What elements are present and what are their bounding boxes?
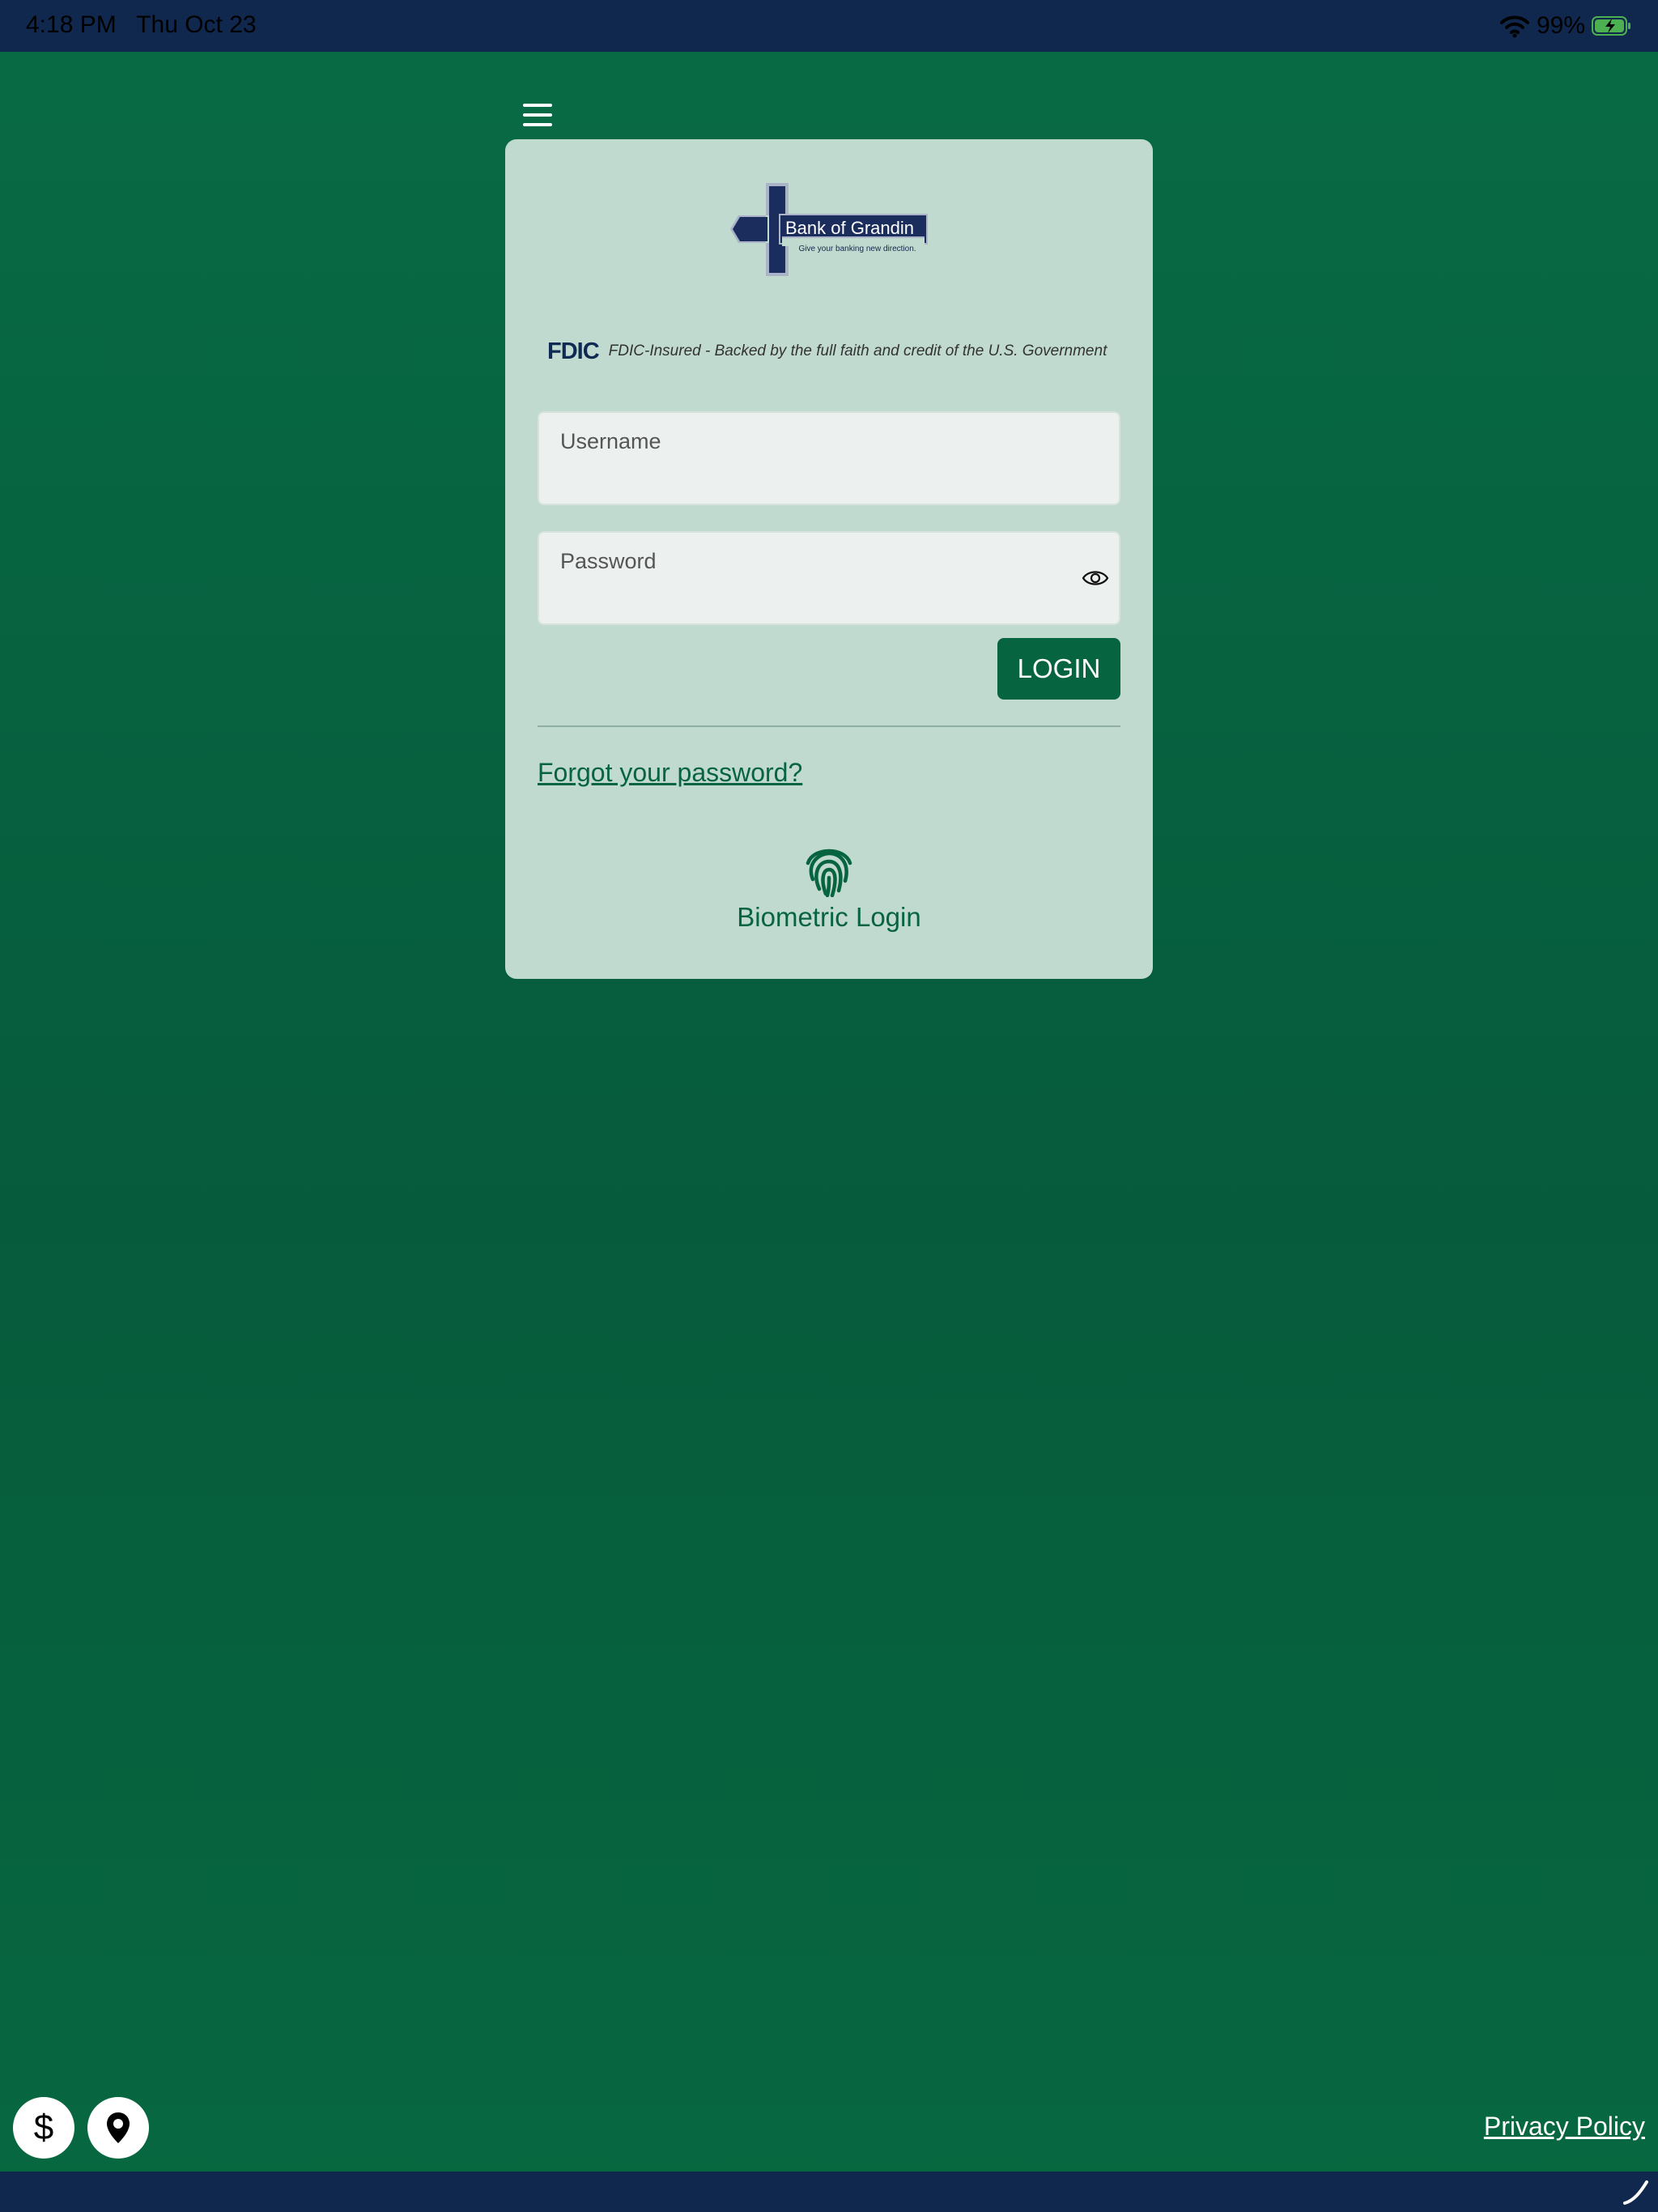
wifi-icon — [1499, 15, 1529, 38]
locations-button[interactable] — [87, 2097, 149, 2159]
hamburger-menu-icon[interactable] — [523, 100, 552, 130]
password-input[interactable] — [560, 581, 1049, 612]
forgot-password-link[interactable]: Forgot your password? — [538, 758, 802, 788]
menu-line — [523, 104, 552, 107]
eye-icon[interactable] — [1082, 568, 1109, 589]
bottom-bar — [0, 2172, 1658, 2212]
username-field[interactable]: Username — [538, 411, 1120, 505]
status-bar: 4:18 PM Thu Oct 23 99% — [0, 0, 1658, 52]
biometric-login-label: Biometric Login — [737, 902, 921, 932]
fdic-logo: FDIC — [547, 338, 600, 364]
password-field[interactable]: Password — [538, 531, 1120, 625]
rates-button[interactable]: $ — [13, 2097, 74, 2159]
dollar-icon: $ — [33, 2108, 54, 2147]
menu-line — [523, 123, 552, 126]
status-time: 4:18 PM Thu Oct 23 — [26, 11, 257, 38]
bank-logo: Bank of Grandin Give your banking new di… — [730, 183, 929, 276]
fdic-text: FDIC-Insured - Backed by the full faith … — [608, 342, 1107, 359]
login-button[interactable]: LOGIN — [997, 638, 1120, 700]
menu-line — [523, 113, 552, 117]
battery-percentage: 99% — [1536, 12, 1585, 39]
login-card: Bank of Grandin Give your banking new di… — [505, 139, 1153, 979]
username-input[interactable] — [560, 462, 1049, 492]
biometric-login-button[interactable]: Biometric Login — [708, 842, 950, 942]
location-pin-icon — [107, 2112, 130, 2143]
password-label: Password — [560, 549, 657, 573]
divider — [538, 725, 1120, 727]
phone-icon[interactable] — [1622, 2180, 1648, 2206]
battery-charging-icon — [1592, 16, 1630, 36]
fingerprint-icon — [803, 842, 855, 897]
fdic-notice: FDIC FDIC-Insured - Backed by the full f… — [547, 335, 1122, 368]
status-indicators: 99% — [1499, 8, 1632, 44]
privacy-policy-link[interactable]: Privacy Policy — [1484, 2112, 1645, 2142]
bank-name: Bank of Grandin — [785, 218, 914, 238]
bank-tagline: Give your banking new direction. — [798, 245, 916, 253]
username-label: Username — [560, 429, 661, 453]
